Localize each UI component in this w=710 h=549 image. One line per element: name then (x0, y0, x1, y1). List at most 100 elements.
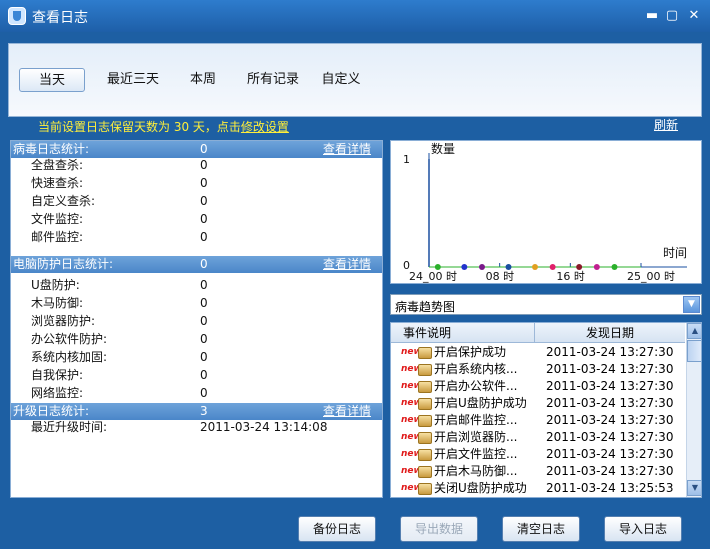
event-row[interactable]: new 开启文件监控... 2011-03-24 13:27:30 (391, 446, 685, 463)
log-entry-icon (418, 466, 432, 478)
stat-label: 木马防御: (31, 296, 84, 310)
stat-label: 自我保护: (31, 368, 84, 382)
event-row[interactable]: new 开启邮件监控... 2011-03-24 13:27:30 (391, 412, 685, 429)
tab-all-records[interactable]: 所有记录 (233, 68, 313, 92)
stat-label: 全盘查杀: (31, 158, 84, 172)
data-point (576, 264, 583, 270)
event-date: 2011-03-24 13:25:53 (546, 481, 674, 495)
column-header-description[interactable]: 事件说明 (391, 323, 535, 343)
section-title: 升级日志统计: (13, 404, 90, 418)
statistics-panel: 病毒日志统计: 0 查看详情 全盘查杀: 0 快速查杀: 0 自定义查杀: 0 … (10, 140, 383, 498)
stat-label: U盘防护: (31, 278, 80, 292)
export-data-button[interactable]: 导出数据 (400, 516, 478, 542)
tab-last-three-days[interactable]: 最近三天 (93, 68, 173, 92)
stat-label: 浏览器防护: (31, 314, 96, 328)
event-row[interactable]: new 开启系统内核... 2011-03-24 13:27:30 (391, 361, 685, 378)
log-window: 当天 最近三天 本周 所有记录 自定义 当前设置日志保留天数为 30 天，点击修… (4, 32, 706, 545)
stat-label: 邮件监控: (31, 230, 84, 244)
log-entry-icon (418, 432, 432, 444)
log-entry-icon (418, 347, 432, 359)
event-row[interactable]: new 开启U盘防护成功 2011-03-24 13:27:30 (391, 395, 685, 412)
view-details-link[interactable]: 查看详情 (323, 141, 371, 158)
tab-today[interactable]: 当天 (19, 68, 85, 92)
event-description: 开启保护成功 (434, 345, 507, 359)
log-entry-icon (418, 398, 432, 410)
x-axis-label: 时间 (663, 246, 687, 260)
stat-value: 0 (200, 386, 208, 400)
section-count: 0 (200, 142, 208, 156)
event-date: 2011-03-24 13:27:30 (546, 430, 674, 444)
close-icon[interactable]: ✕ (686, 8, 702, 24)
clear-log-button[interactable]: 清空日志 (502, 516, 580, 542)
x-tick-label: 16 时 (556, 270, 585, 283)
event-list-scrollbar[interactable]: ▲ ▼ (686, 323, 701, 497)
title-bar: 查看日志 ▬ ▢ ✕ (0, 0, 710, 32)
event-row[interactable]: new 开启保护成功 2011-03-24 13:27:30 (391, 344, 685, 361)
x-tick-label: 25_00 时 (627, 270, 675, 283)
stat-label: 办公软件防护: (31, 332, 108, 346)
event-date: 2011-03-24 13:27:30 (546, 362, 674, 376)
minimize-icon[interactable]: ▬ (644, 8, 660, 24)
scroll-thumb[interactable] (687, 340, 701, 362)
event-row[interactable]: new 开启木马防御... 2011-03-24 13:27:30 (391, 463, 685, 480)
stat-value: 0 (200, 212, 208, 226)
stat-label: 网络监控: (31, 386, 84, 400)
event-date: 2011-03-24 13:27:30 (546, 413, 674, 427)
data-point (434, 264, 441, 270)
stat-label: 最近升级时间: (31, 420, 108, 434)
data-point (611, 264, 618, 270)
import-log-button[interactable]: 导入日志 (604, 516, 682, 542)
data-point (505, 264, 512, 270)
section-count: 3 (200, 404, 208, 418)
tab-bar: 当天 最近三天 本周 所有记录 自定义 (8, 43, 702, 117)
chevron-down-icon[interactable]: ▼ (683, 296, 700, 313)
event-row[interactable]: new 开启浏览器防... 2011-03-24 13:27:30 (391, 429, 685, 446)
trend-chart: 数量时间1024_00 时 08 时 16 时 25_00 时 (403, 141, 687, 283)
modify-settings-link[interactable]: 修改设置 (241, 120, 289, 134)
chart-type-select[interactable]: 病毒趋势图 ▼ (390, 294, 702, 315)
view-details-link[interactable]: 查看详情 (323, 403, 371, 420)
stat-value: 0 (200, 230, 208, 244)
section-title: 电脑防护日志统计: (13, 257, 114, 271)
stat-label: 系统内核加固: (31, 350, 108, 364)
data-point (461, 264, 468, 270)
event-description: 关闭U盘防护成功 (434, 481, 527, 495)
stat-value: 0 (200, 176, 208, 190)
event-row[interactable]: new 开启办公软件... 2011-03-24 13:27:30 (391, 378, 685, 395)
tab-this-week[interactable]: 本周 (173, 68, 233, 92)
column-header-date[interactable]: 发现日期 (535, 323, 685, 343)
scroll-down-icon[interactable]: ▼ (687, 480, 701, 496)
window-title: 查看日志 (32, 10, 88, 26)
retention-notice-text: 当前设置日志保留天数为 30 天，点击 (38, 120, 241, 134)
tab-custom[interactable]: 自定义 (311, 68, 371, 92)
event-list: 事件说明 发现日期 new 开启保护成功 2011-03-24 13:27:30 ne… (390, 322, 702, 498)
maximize-icon[interactable]: ▢ (664, 8, 680, 24)
log-entry-icon (418, 381, 432, 393)
event-row[interactable]: new 关闭U盘防护成功 2011-03-24 13:25:53 (391, 480, 685, 497)
virus-log-header: 病毒日志统计: 0 查看详情 (11, 141, 382, 158)
backup-log-button[interactable]: 备份日志 (298, 516, 376, 542)
stat-value: 0 (200, 278, 208, 292)
refresh-link[interactable]: 刷新 (654, 116, 678, 133)
event-description: 开启邮件监控... (434, 413, 518, 427)
data-point (549, 264, 556, 270)
chart-type-value: 病毒趋势图 (395, 300, 456, 314)
view-details-link[interactable]: 查看详情 (323, 256, 371, 273)
log-entry-icon (418, 483, 432, 495)
scroll-up-icon[interactable]: ▲ (687, 323, 701, 339)
log-entry-icon (418, 415, 432, 427)
stat-value: 0 (200, 194, 208, 208)
retention-notice: 当前设置日志保留天数为 30 天，点击修改设置 (38, 118, 289, 135)
stat-value: 0 (200, 368, 208, 382)
stat-value: 2011-03-24 13:14:08 (200, 420, 328, 434)
event-description: 开启浏览器防... (434, 430, 518, 444)
update-log-header: 升级日志统计: 3 查看详情 (11, 403, 382, 420)
section-count: 0 (200, 257, 208, 271)
log-entry-icon (418, 364, 432, 376)
stat-value: 0 (200, 158, 208, 172)
data-point (532, 264, 538, 270)
section-title: 病毒日志统计: (13, 142, 90, 156)
pc-protection-log-header: 电脑防护日志统计: 0 查看详情 (11, 256, 382, 273)
y-axis-label: 数量 (431, 141, 455, 156)
shield-app-icon (8, 7, 26, 25)
